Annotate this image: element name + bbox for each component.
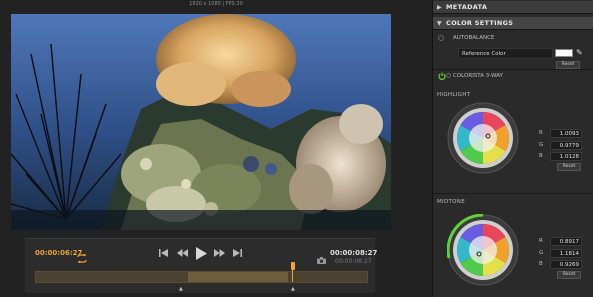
midtone-color-wheel[interactable] (447, 214, 519, 286)
colorista-label: COLORISTA 3-WAY (453, 73, 503, 79)
highlight-color-wheel[interactable] (447, 102, 519, 174)
metadata-section-header[interactable]: ▶ METADATA (433, 1, 593, 14)
fast-forward-button[interactable] (213, 248, 226, 258)
selected-range (188, 272, 288, 282)
play-button[interactable] (194, 246, 208, 260)
reference-color-field[interactable]: Reference Color (458, 48, 553, 59)
highlight-g-field[interactable]: 0.9779 (550, 141, 582, 150)
video-frame[interactable] (11, 14, 391, 230)
reset-midtone-button[interactable]: Reset (557, 271, 581, 279)
expand-arrow-icon: ▶ (437, 4, 442, 11)
autobalance-label: AUTOBALANCE (453, 35, 495, 41)
skip-to-start-button[interactable] (158, 248, 170, 258)
duration-timecode: 00:00:08:27 (335, 258, 372, 265)
skip-to-end-button[interactable] (231, 248, 243, 258)
reset-reference-button[interactable]: Reset (556, 61, 580, 69)
video-viewer: 1920 x 1080 | FPS:30 00:00:06:27 00:00:0… (0, 0, 432, 297)
collapse-arrow-icon: ▼ (437, 20, 442, 27)
timeline-scrubber[interactable] (35, 262, 368, 283)
colorista-toggle[interactable] (446, 73, 451, 78)
highlight-label: HIGHLIGHT (437, 92, 471, 98)
camera-icon[interactable] (317, 249, 326, 264)
eyedropper-icon[interactable]: ✎ (576, 48, 583, 57)
rewind-button[interactable] (176, 248, 189, 258)
colorista-row[interactable]: COLORISTA 3-WAY (433, 71, 593, 81)
highlight-b-field[interactable]: 1.0128 (550, 152, 582, 161)
out-point-marker[interactable]: ▲ (291, 286, 295, 292)
settings-panel: ▶ METADATA ▼ COLOR SETTINGS AUTOBALANCE … (432, 0, 593, 297)
aquarium-video-image (11, 14, 391, 230)
color-settings-section-header[interactable]: ▼ COLOR SETTINGS (433, 17, 593, 30)
loop-icon[interactable] (76, 248, 88, 264)
transport-bar: 00:00:06:27 00:00:08:27 00:00:08:27 ▲ ▲ (25, 238, 378, 293)
autobalance-row[interactable]: AUTOBALANCE (433, 33, 593, 43)
autobalance-toggle[interactable] (438, 35, 444, 41)
divider (433, 69, 593, 70)
play-icon (195, 246, 207, 260)
reference-color-swatch[interactable] (555, 49, 573, 57)
playhead-handle[interactable] (290, 262, 295, 270)
skip-to-end-icon (233, 249, 242, 257)
power-icon[interactable] (438, 72, 446, 80)
playhead-line (292, 270, 294, 282)
fast-forward-icon (214, 249, 225, 257)
video-info-label: 1920 x 1080 | FPS:30 (189, 1, 243, 7)
in-point-marker[interactable]: ▲ (179, 286, 183, 292)
out-timecode: 00:00:08:27 (330, 249, 378, 257)
midtone-r-field[interactable]: 0.8917 (550, 237, 582, 246)
reset-highlight-button[interactable]: Reset (557, 163, 581, 171)
rewind-icon (177, 249, 188, 257)
skip-to-start-icon (159, 249, 168, 257)
divider (433, 193, 593, 194)
midtone-g-field[interactable]: 1.1814 (550, 249, 582, 258)
midtone-label: MIDTONE (437, 199, 465, 205)
midtone-b-field[interactable]: 0.9269 (550, 260, 582, 269)
highlight-r-field[interactable]: 1.0093 (550, 129, 582, 138)
